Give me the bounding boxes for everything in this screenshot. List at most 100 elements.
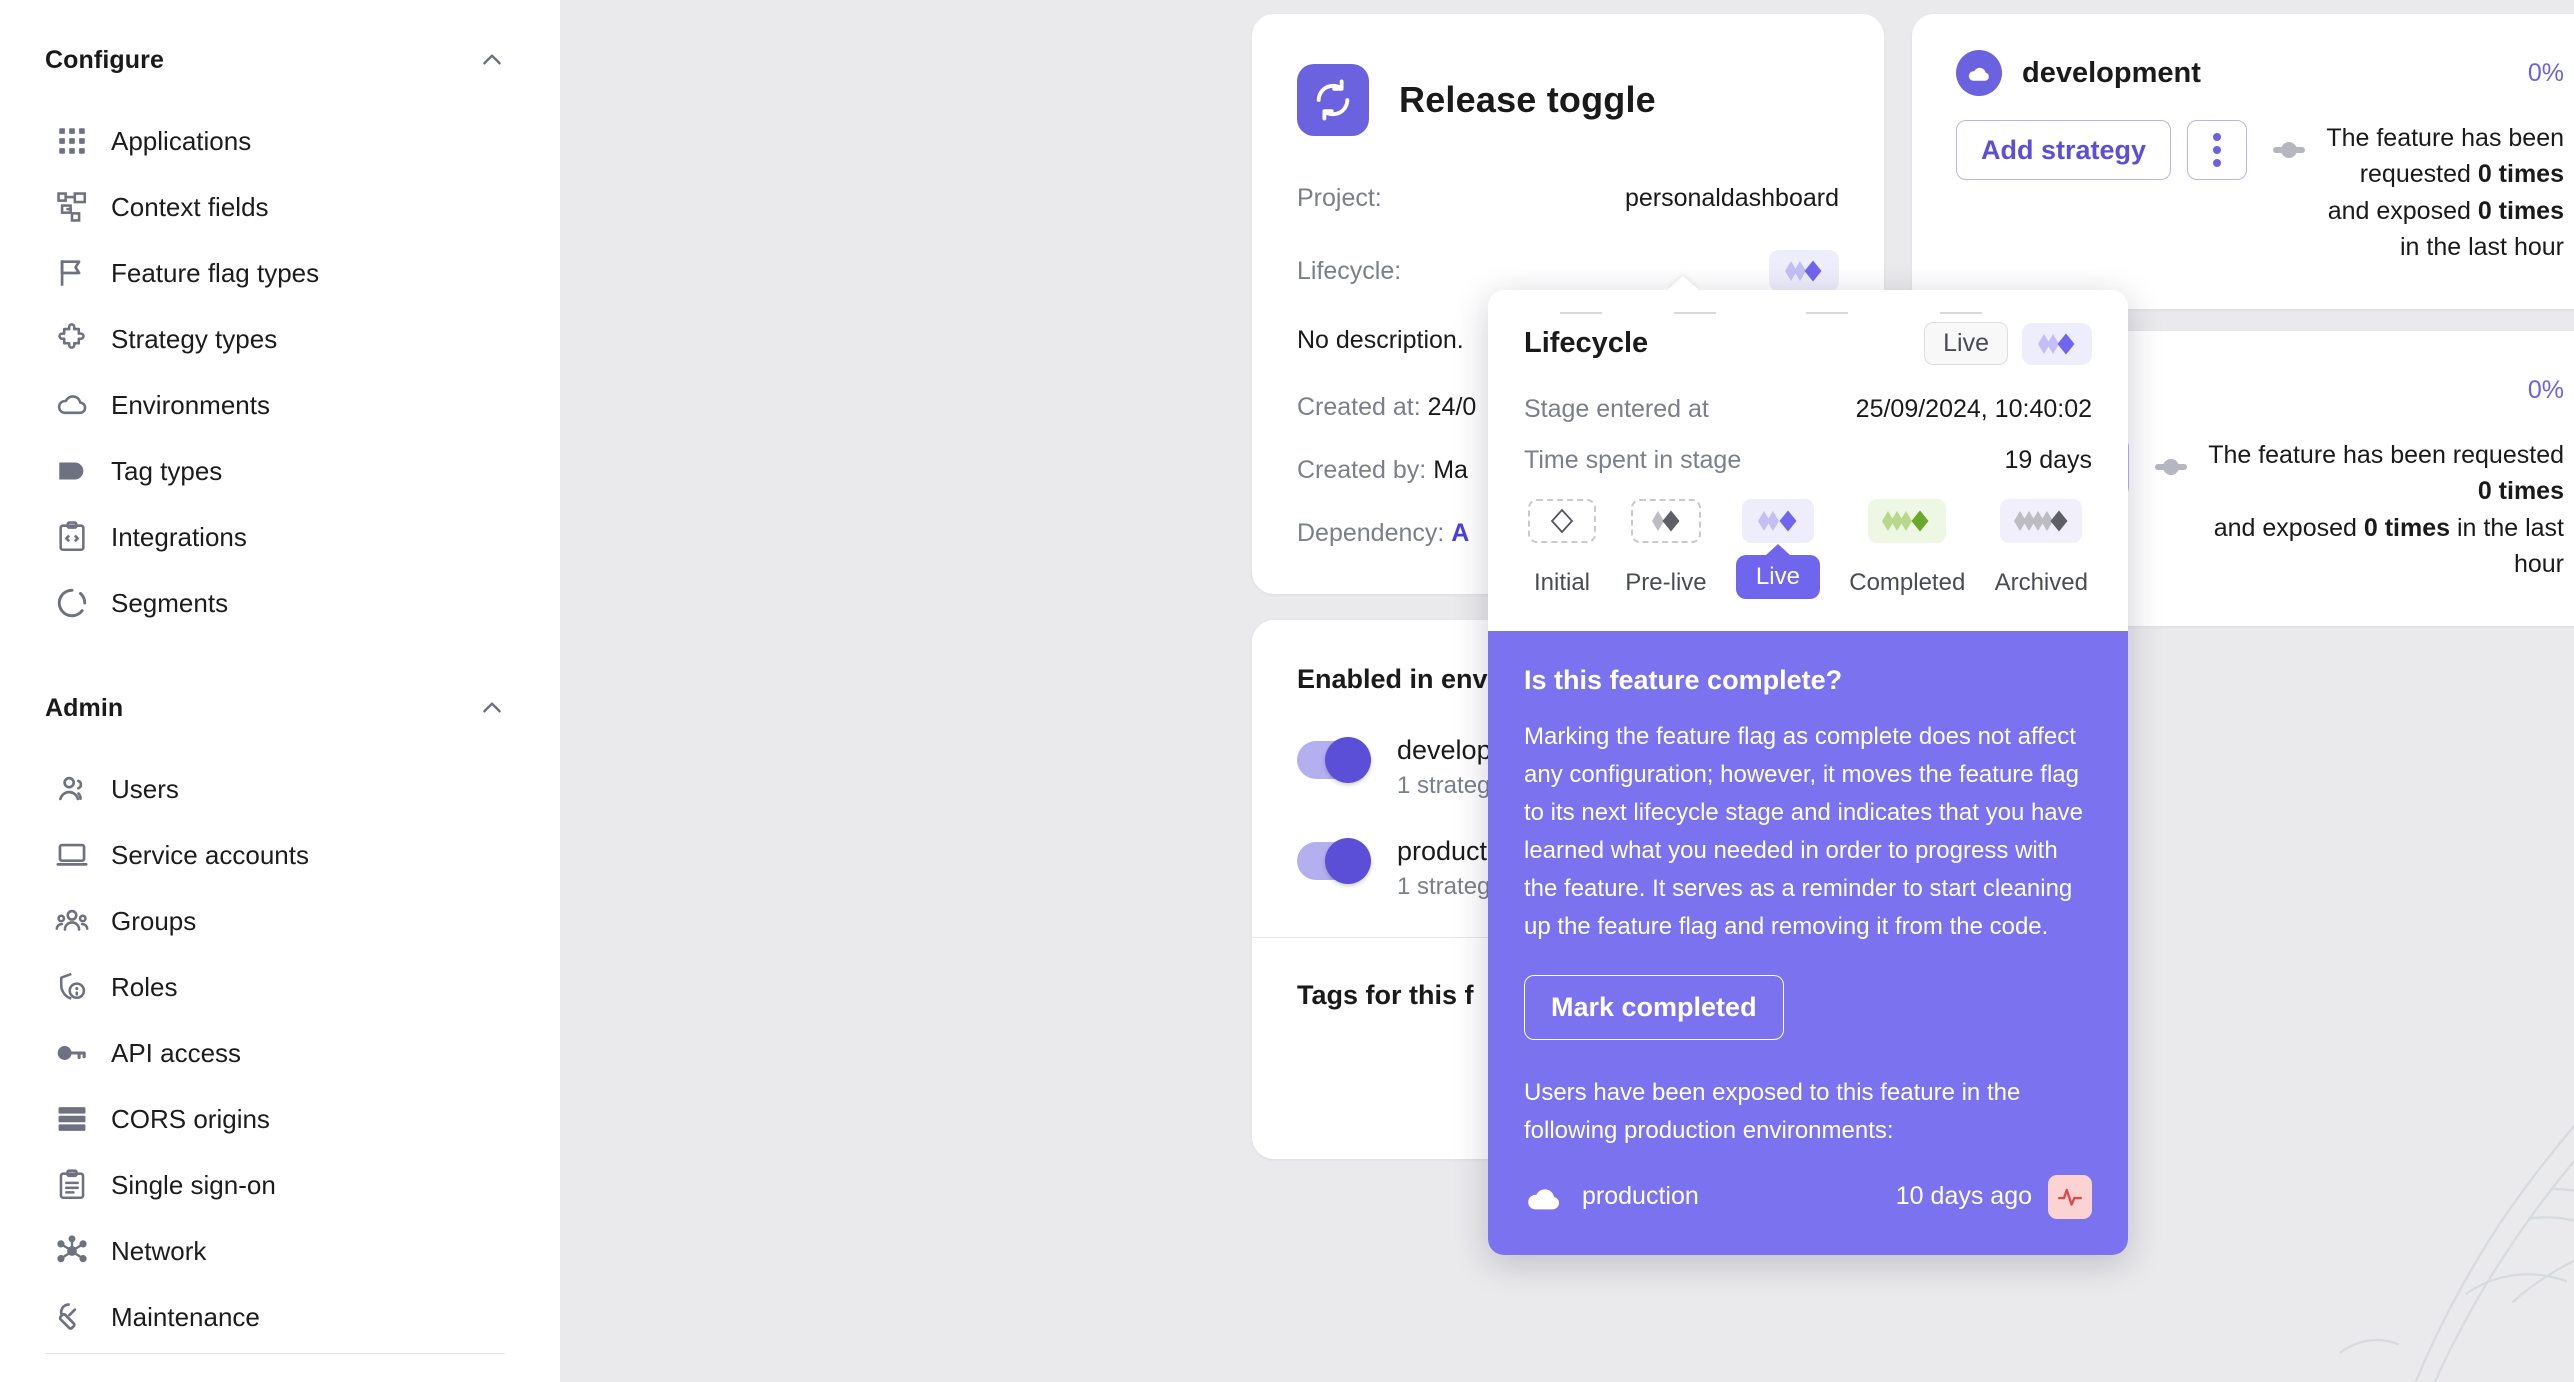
lifecycle-stage-archived[interactable]: Archived (1995, 499, 2088, 597)
sidebar-item-label: Applications (111, 125, 252, 156)
sidebar-item-context-fields[interactable]: Context fields (0, 174, 560, 240)
environment-card-body: Add strategy The feature has been reques… (1956, 120, 2564, 265)
dependency-label: Dependency: (1297, 519, 1445, 547)
popover-arrow (1666, 276, 1700, 291)
time-spent-row: Time spent in stage 19 days (1524, 446, 2092, 475)
sidebar-item-maintenance[interactable]: Maintenance (0, 1284, 560, 1350)
project-row: Project: personaldashboard (1297, 180, 1839, 216)
environment-identity: development (1956, 50, 2201, 96)
lifecycle-stage-pre-live[interactable]: Pre-live (1625, 499, 1707, 597)
created-at-label: Created at: (1297, 393, 1421, 421)
lifecycle-stage-label: Completed (1849, 569, 1966, 596)
segment-circle-icon (55, 586, 89, 620)
user-icon (55, 772, 89, 806)
slider-handle-icon[interactable] (2271, 135, 2307, 165)
feature-flag-header: Release toggle (1297, 64, 1839, 136)
sidebar-item-tag-types[interactable]: Tag types (0, 438, 560, 504)
lifecycle-stage-label: Initial (1533, 569, 1591, 596)
sidebar-item-single-sign-on[interactable]: Single sign-on (0, 1152, 560, 1218)
tag-icon (55, 454, 89, 488)
created-at-value: 24/0 (1427, 393, 1477, 421)
chevron-up-icon[interactable] (479, 47, 505, 73)
lifecycle-live-icon-button[interactable] (2022, 322, 2092, 365)
lifecycle-popover: Lifecycle Live Stage entered at 25/09/20… (1488, 276, 2128, 1255)
popover-body: Lifecycle Live Stage entered at 25/09/20… (1488, 290, 2128, 617)
sidebar-item-label: Environments (111, 389, 270, 420)
slider-handle-icon[interactable] (2153, 452, 2189, 482)
created-by-value: Ma (1433, 456, 1468, 484)
cloud-icon (1524, 1177, 1564, 1217)
sidebar-group-title: Configure (45, 45, 164, 74)
stage-caret-icon (1765, 544, 1790, 555)
lifecycle-live-icon-button[interactable] (1769, 250, 1839, 292)
popover-header-actions: Live (1924, 322, 2092, 365)
sidebar-item-feature-flag-types[interactable]: Feature flag types (0, 240, 560, 306)
stage-entered-row: Stage entered at 25/09/2024, 10:40:02 (1524, 395, 2092, 424)
mark-completed-button[interactable]: Mark completed (1524, 975, 1784, 1041)
sidebar-item-label: Roles (111, 971, 178, 1002)
sitemap-icon (55, 190, 89, 224)
lifecycle-stage-initial[interactable]: Initial (1528, 499, 1596, 597)
stats-text: and exposed (2327, 196, 2478, 225)
pulse-icon[interactable] (2048, 1174, 2092, 1219)
sidebar-item-groups[interactable]: Groups (0, 888, 560, 954)
stats-count: 0 times (2477, 196, 2564, 225)
environment-name: producti (1397, 836, 1494, 867)
sidebar-item-network[interactable]: Network (0, 1218, 560, 1284)
sidebar-item-label: Feature flag types (111, 257, 320, 288)
wrench-icon (55, 1300, 89, 1334)
lifecycle-live-icon (2036, 330, 2078, 358)
cloud-icon (1956, 50, 2002, 96)
lifecycle-row: Lifecycle: (1297, 250, 1839, 292)
lifecycle-label: Lifecycle: (1297, 256, 1402, 285)
chevron-up-icon[interactable] (479, 695, 505, 721)
feature-complete-title: Is this feature complete? (1524, 665, 1843, 695)
sidebar-item-label: Segments (111, 587, 229, 618)
lifecycle-stepper: Initial Pre-live Live Completed Archived (1524, 312, 2092, 599)
exposed-environment-row: production 10 days ago (1524, 1174, 2092, 1219)
sidebar-item-strategy-types[interactable]: Strategy types (0, 306, 560, 372)
shield-person-icon (55, 970, 89, 1004)
exposed-environment-name: production (1582, 1182, 1699, 1211)
environment-actions: Add strategy (1956, 120, 2307, 180)
sidebar-item-api-access[interactable]: API access (0, 1020, 560, 1086)
sidebar-item-integrations[interactable]: Integrations (0, 504, 560, 570)
sidebar-item-service-accounts[interactable]: Service accounts (0, 822, 560, 888)
lifecycle-stage-completed[interactable]: Completed (1849, 499, 1965, 597)
environment-toggle-production[interactable] (1297, 838, 1371, 885)
environment-toggle-development[interactable] (1297, 737, 1371, 783)
stage-icon-live (1741, 499, 1814, 543)
sidebar-item-environments[interactable]: Environments (0, 372, 560, 438)
sidebar-item-label: Service accounts (111, 839, 309, 870)
environment-card-header: development 0% (1956, 50, 2564, 96)
sidebar-item-label: API access (111, 1037, 242, 1068)
puzzle-icon (55, 322, 89, 356)
lifecycle-stage-label-current: Live (1735, 544, 1820, 599)
sidebar-item-cors-origins[interactable]: CORS origins (0, 1086, 560, 1152)
sidebar-group-configure-header[interactable]: Configure (0, 40, 560, 80)
time-spent-label: Time spent in stage (1524, 446, 1742, 474)
lifecycle-stage-live[interactable]: Live (1735, 499, 1820, 599)
sidebar-item-label: Groups (111, 905, 197, 936)
exposure-note: Users have been exposed to this feature … (1524, 1079, 2021, 1144)
sidebar-group-admin-header[interactable]: Admin (0, 688, 560, 728)
laptop-icon (55, 838, 89, 872)
more-options-button[interactable] (2187, 120, 2248, 180)
add-strategy-button[interactable]: Add strategy (1956, 120, 2172, 180)
stage-entered-value: 25/09/2024, 10:40:02 (1855, 395, 2092, 423)
environment-rollout-percent: 0% (2527, 375, 2564, 404)
server-list-icon (55, 1102, 89, 1136)
grid-icon (55, 124, 89, 158)
sidebar-item-applications[interactable]: Applications (0, 108, 560, 174)
feature-complete-description: Marking the feature flag as complete doe… (1524, 723, 2083, 940)
sidebar-item-users[interactable]: Users (0, 756, 560, 822)
project-value: personaldashboard (1624, 183, 1839, 212)
exposed-environment-meta: 10 days ago (1896, 1174, 2092, 1219)
time-spent-value: 19 days (2004, 446, 2092, 474)
dependency-value-link[interactable]: A (1451, 519, 1469, 547)
sidebar: Configure Applications Context fields Fe… (0, 0, 560, 1382)
sidebar-item-segments[interactable]: Segments (0, 570, 560, 636)
environment-info: develop 1 strateg (1397, 735, 1492, 800)
sidebar-item-roles[interactable]: Roles (0, 954, 560, 1020)
